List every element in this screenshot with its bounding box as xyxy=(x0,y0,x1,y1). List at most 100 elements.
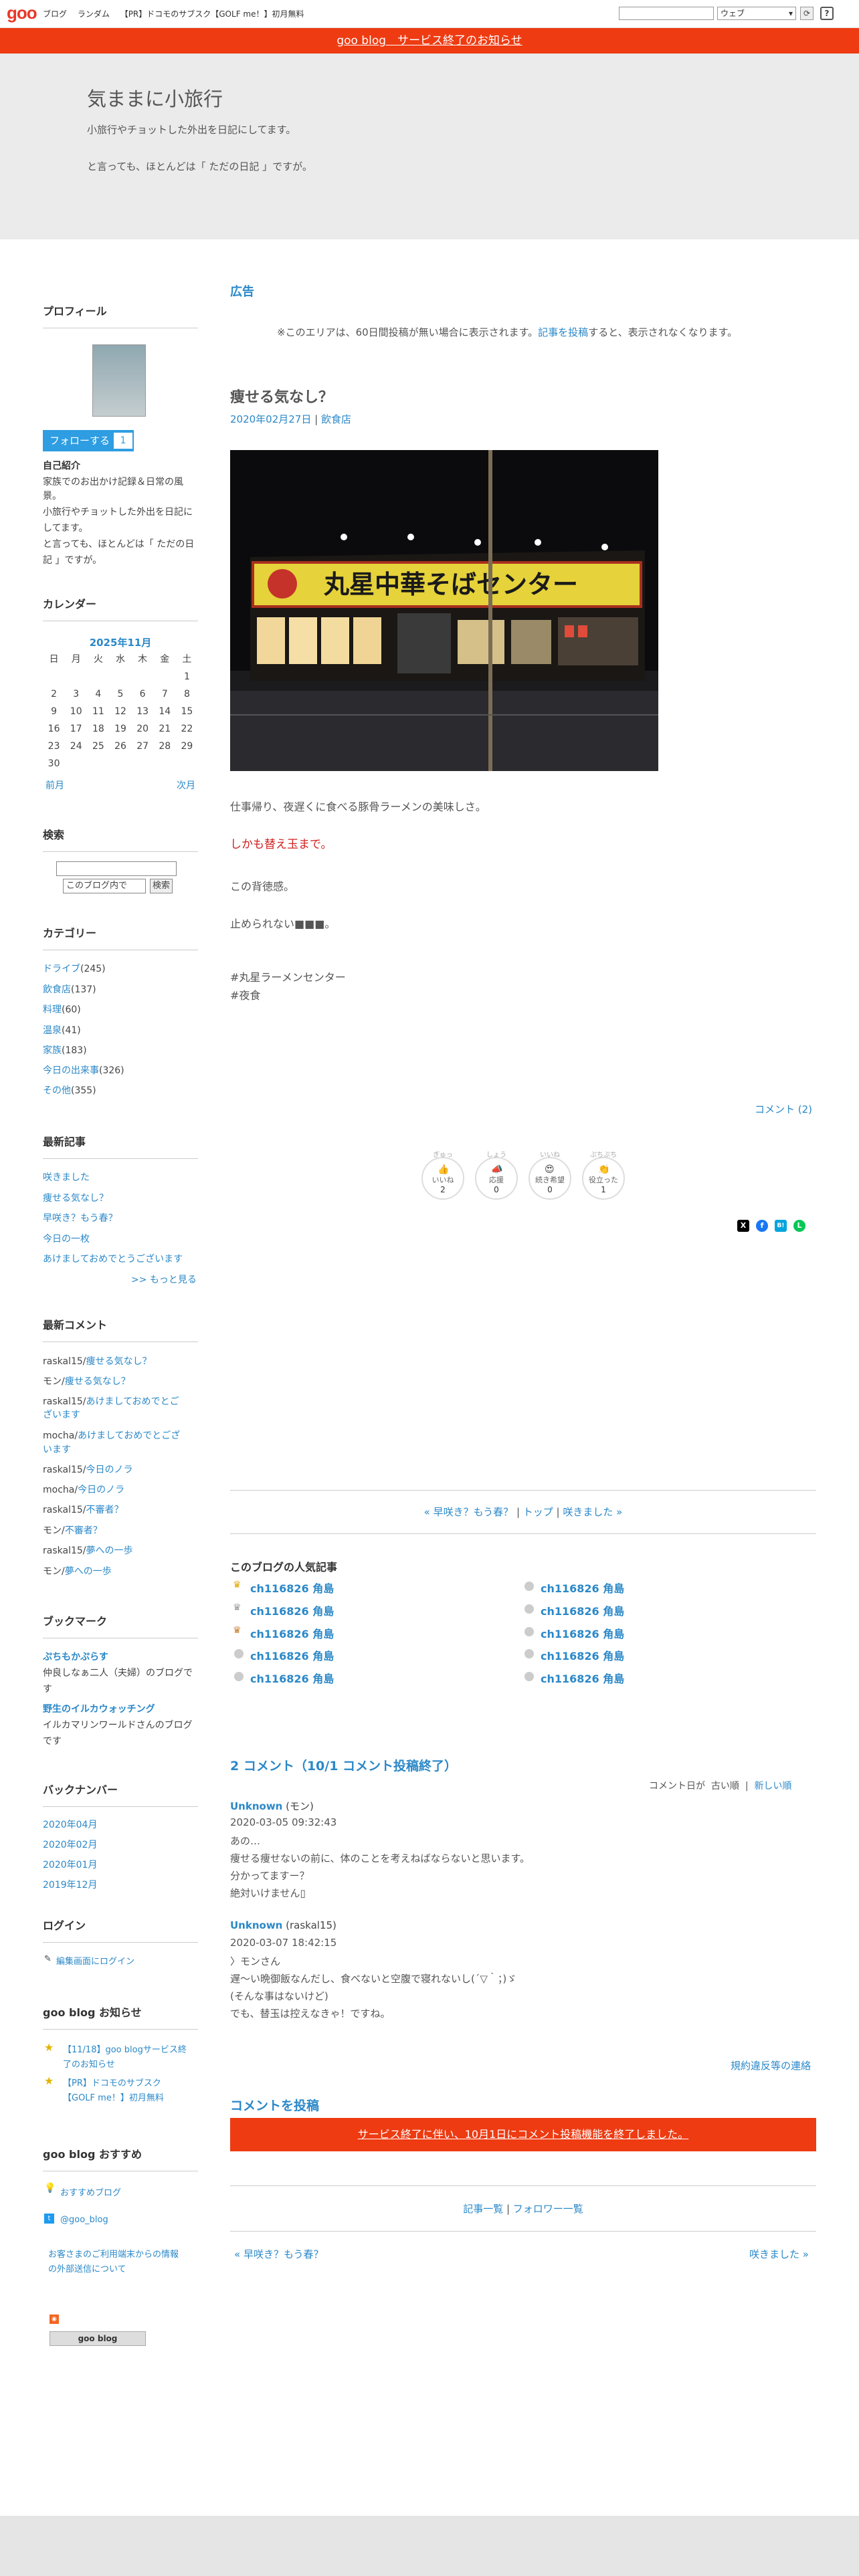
day: 7 xyxy=(161,689,168,700)
privacy-link[interactable]: お客さまのご利用端末からの情報 xyxy=(48,2247,179,2260)
blog-search-button[interactable]: 検索 xyxy=(150,879,173,893)
reaction-cheer-button[interactable]: しょう 📣 応援 0 xyxy=(475,1152,518,1200)
goo-notice-link[interactable]: 了のお知らせ xyxy=(63,2057,115,2070)
goo-blog-badge[interactable]: goo blog xyxy=(50,2331,146,2346)
backnumber-link[interactable]: 2020年02月 xyxy=(43,1838,97,1851)
popular-link[interactable]: ch116826 角島 xyxy=(541,1625,624,1641)
blog-title[interactable]: 気ままに小旅行 xyxy=(87,84,223,112)
goo-notice-link[interactable]: 【GOLF me！】初月無料 xyxy=(63,2090,164,2103)
recent-comment-link[interactable]: 不審者？ xyxy=(65,1525,102,1536)
nav-pr[interactable]: 【PR】ドコモのサブスク【GOLF me！】初月無料 xyxy=(120,9,304,19)
nav-blog[interactable]: ブログ xyxy=(43,9,67,19)
recommend-blog-link[interactable]: おすすめブログ xyxy=(60,2185,121,2198)
post-date[interactable]: 2020年02月27日 xyxy=(230,413,311,425)
recent-comment-link-cont[interactable]: います xyxy=(43,1442,71,1456)
report-link[interactable]: 規約違反等の連絡 xyxy=(731,2058,811,2072)
category-item[interactable]: 今日の出来事(326) xyxy=(43,1063,124,1077)
recent-post-link[interactable]: あけましておめでとうございます xyxy=(43,1252,183,1265)
post-title[interactable]: 痩せる気なし？ xyxy=(230,385,333,407)
popular-link[interactable]: ch116826 角島 xyxy=(250,1580,334,1596)
category-item[interactable]: 飲食店(137) xyxy=(43,982,96,996)
help-icon[interactable]: ? xyxy=(820,7,834,20)
goo-logo[interactable]: goo xyxy=(7,4,37,21)
day: 24 xyxy=(70,741,82,752)
comment-author-name[interactable]: Unknown xyxy=(230,1919,282,1931)
reaction-helpful-button[interactable]: ぷちぷち 👏 役立った 1 xyxy=(582,1152,625,1200)
recent-comment-link[interactable]: 今日のノラ xyxy=(86,1465,133,1475)
bottom-next-link[interactable]: 咲きました » xyxy=(749,2247,809,2261)
blog-search-input[interactable] xyxy=(56,861,177,876)
backnumber-list[interactable]: 2020年04月 2020年02月 2020年01月 2019年12月 xyxy=(43,1816,198,1889)
top-search-input[interactable] xyxy=(619,7,714,20)
sort-newest[interactable]: 新しい順 xyxy=(754,1781,791,1792)
popular-link[interactable]: ch116826 角島 xyxy=(250,1670,334,1686)
category-item[interactable]: ドライブ(245) xyxy=(43,962,106,975)
top-search-button[interactable]: ⟳ xyxy=(800,7,814,20)
goo-notice-link[interactable]: 【11/18】goo blogサービス終 xyxy=(63,2042,187,2055)
recent-post-link[interactable]: 今日の一枚 xyxy=(43,1232,90,1245)
prev-post-link[interactable]: « 早咲き？もう春？ xyxy=(424,1506,514,1518)
post-category[interactable]: 飲食店 xyxy=(321,413,351,425)
blog-search-scope-select[interactable]: このブログ内で xyxy=(63,879,146,893)
avatar[interactable] xyxy=(92,344,146,417)
rss-icon[interactable]: ◉ xyxy=(50,2315,59,2324)
recent-comment-link[interactable]: 夢への一歩 xyxy=(65,1566,112,1577)
bookmark-link[interactable]: 野生のイルカウォッチング xyxy=(43,1702,155,1715)
goo-blog-twitter-link[interactable]: @goo_blog xyxy=(60,2215,108,2225)
bottom-prev-link[interactable]: « 早咲き？もう春？ xyxy=(234,2247,324,2261)
recent-comment-link[interactable]: あけましておめでとござ xyxy=(78,1430,180,1441)
backnumber-link[interactable]: 2020年04月 xyxy=(43,1818,97,1831)
post-article-link[interactable]: 記事を投稿 xyxy=(538,326,588,338)
category-item[interactable]: 料理(60) xyxy=(43,1002,81,1016)
recent-comment-link[interactable]: あけましておめでとご xyxy=(86,1396,179,1407)
line-share-icon[interactable]: L xyxy=(793,1220,805,1232)
recent-comment-link[interactable]: 痩せる気なし？ xyxy=(65,1376,130,1387)
comment-count-link[interactable]: コメント (2) xyxy=(755,1102,812,1116)
privacy-link[interactable]: の外部送信について xyxy=(48,2262,126,2274)
recent-comment-link[interactable]: 不審者？ xyxy=(86,1505,124,1515)
recent-post-link[interactable]: 痩せる気なし？ xyxy=(43,1191,108,1204)
goo-notice-link[interactable]: 【PR】ドコモのサブスク xyxy=(63,2076,161,2088)
comment-author-name[interactable]: Unknown xyxy=(230,1800,282,1812)
recent-comment-link[interactable]: 夢への一歩 xyxy=(86,1545,133,1556)
backnumber-link[interactable]: 2020年01月 xyxy=(43,1858,97,1871)
category-item[interactable]: 温泉(41) xyxy=(43,1023,81,1037)
x-share-icon[interactable]: X xyxy=(737,1220,749,1232)
nav-random[interactable]: ランダム xyxy=(78,9,110,19)
backnumber-link[interactable]: 2019年12月 xyxy=(43,1878,97,1889)
more-posts-link[interactable]: >> もっと見る xyxy=(131,1273,197,1286)
popular-link[interactable]: ch116826 角島 xyxy=(541,1670,624,1686)
calendar-heading: カレンダー xyxy=(43,595,198,621)
recent-comment-link[interactable]: 今日のノラ xyxy=(78,1485,124,1495)
popular-link[interactable]: ch116826 角島 xyxy=(541,1647,624,1663)
facebook-share-icon[interactable]: f xyxy=(756,1220,768,1232)
login-link[interactable]: 編集画面にログイン xyxy=(56,1954,134,1967)
top-search-scope-select[interactable]: ウェブ xyxy=(717,7,796,20)
category-item[interactable]: 家族(183) xyxy=(43,1043,87,1057)
popular-link[interactable]: ch116826 角島 xyxy=(250,1602,334,1618)
comment-closed-link[interactable]: サービス終了に伴い、10月1日にコメント投稿機能を終了しました。 xyxy=(358,2128,689,2141)
reaction-want-more-button[interactable]: いいね 😍 続き希望 0 xyxy=(529,1152,571,1200)
popular-link[interactable]: ch116826 角島 xyxy=(250,1625,334,1641)
calendar-prev-link[interactable]: 前月 xyxy=(45,778,64,792)
service-end-notice-link[interactable]: goo blog サービス終了のお知らせ xyxy=(337,34,522,47)
calendar-next-link[interactable]: 次月 xyxy=(177,778,195,792)
post-photo[interactable]: 丸星中華そばセンター xyxy=(230,450,658,771)
popular-link[interactable]: ch116826 角島 xyxy=(250,1647,334,1663)
next-post-link[interactable]: 咲きました » xyxy=(563,1506,622,1518)
popular-link[interactable]: ch116826 角島 xyxy=(541,1602,624,1618)
reaction-like-button[interactable]: ぎゅっ 👍 いいね 2 xyxy=(421,1152,464,1200)
recent-comment-link-cont[interactable]: ざいます xyxy=(43,1408,80,1421)
recent-post-link[interactable]: 早咲き？もう春？ xyxy=(43,1211,118,1224)
sort-oldest[interactable]: 古い順 xyxy=(711,1781,739,1792)
popular-link[interactable]: ch116826 角島 xyxy=(541,1580,624,1596)
article-list-link[interactable]: 記事一覧 xyxy=(463,2203,503,2215)
hatena-share-icon[interactable]: B! xyxy=(775,1220,787,1232)
weekday: 日 xyxy=(49,654,59,665)
follower-list-link[interactable]: フォロワー一覧 xyxy=(513,2203,583,2215)
bookmark-link[interactable]: ぷちもかぷらす xyxy=(43,1650,108,1663)
category-item[interactable]: その他(355) xyxy=(43,1083,96,1097)
top-link[interactable]: トップ xyxy=(523,1506,553,1518)
recent-post-link[interactable]: 咲きました xyxy=(43,1170,90,1184)
recent-comment-link[interactable]: 痩せる気なし？ xyxy=(86,1356,152,1367)
